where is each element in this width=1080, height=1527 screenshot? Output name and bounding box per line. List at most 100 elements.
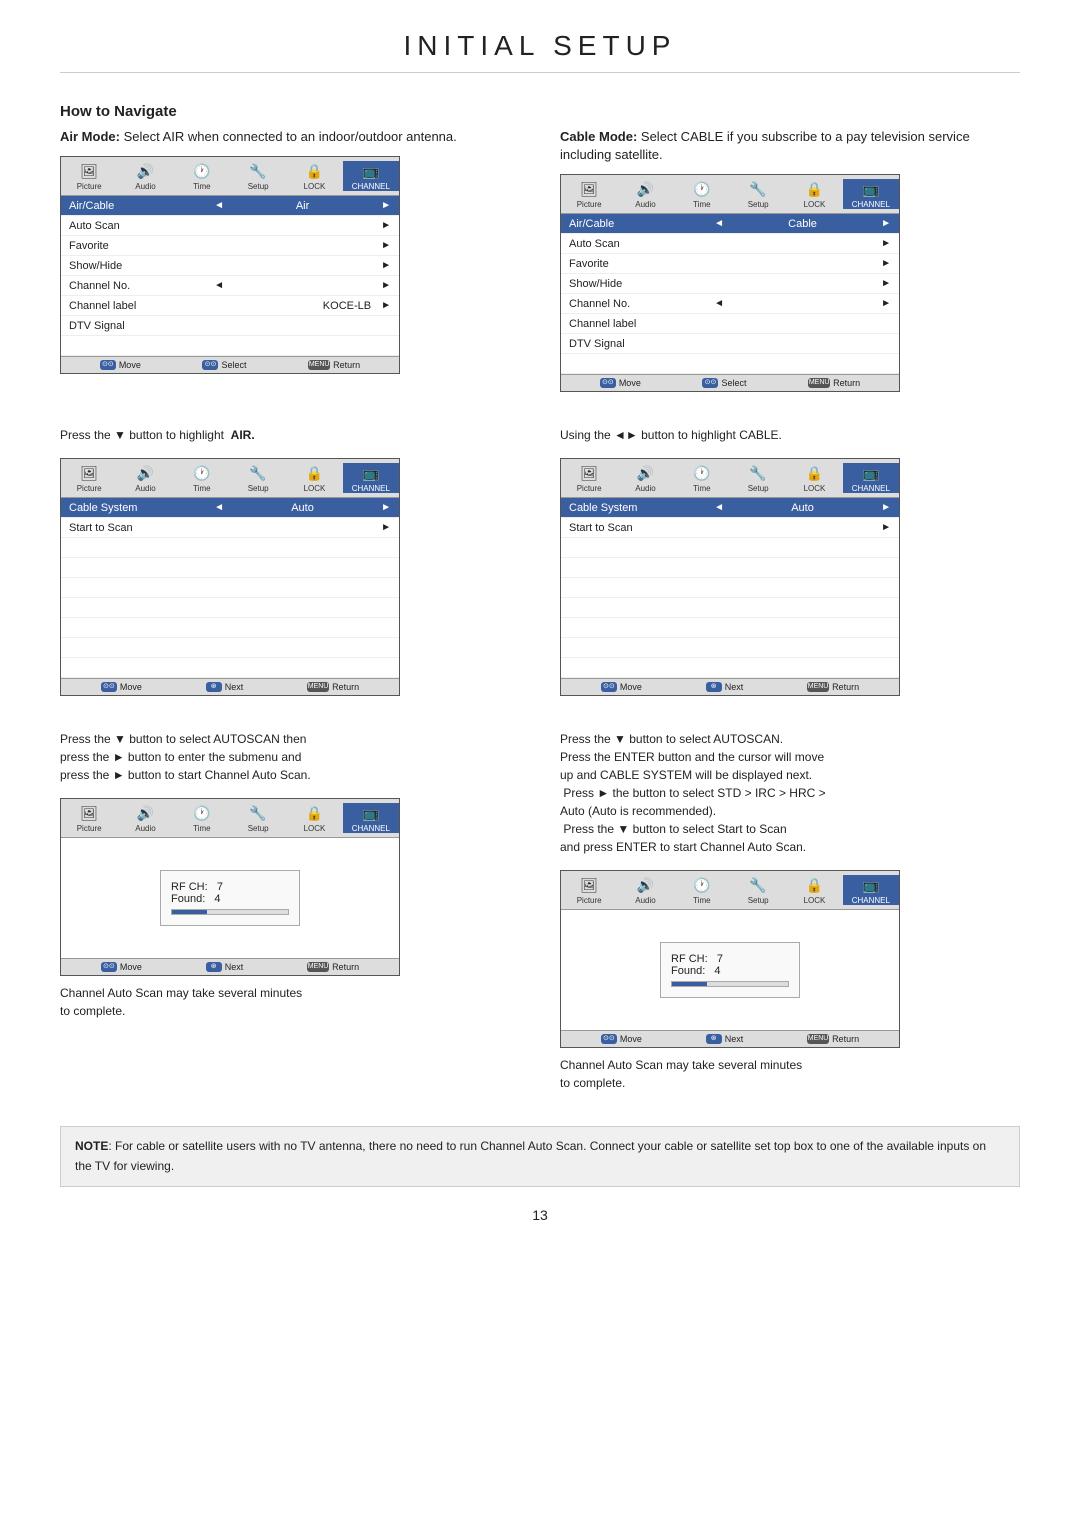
lock-icon-6: 🔒: [803, 875, 825, 895]
menu-icon-2: MENU: [808, 378, 830, 388]
row-cable-air-cable: Air/Cable ◄ Cable ►: [561, 214, 899, 234]
scan-progress-1: RF CH: 7 Found: 4: [160, 870, 300, 926]
setup-icon-3: 🔧: [247, 463, 269, 483]
found-2: Found: 4: [671, 965, 789, 977]
move-icon-5: ⊙⊙: [101, 962, 117, 972]
row-c-show-hide: Show/Hide ►: [561, 274, 899, 294]
time-icon-3: 🕐: [191, 463, 213, 483]
footer-return-label: Return: [333, 360, 360, 370]
move-icon-6: ⊙⊙: [601, 1034, 617, 1044]
air-mode-bold: Air Mode:: [60, 129, 120, 144]
next-icon-1: ⊛: [206, 682, 222, 692]
picture-icon-6: 🖼: [578, 875, 600, 895]
picture-label: Picture: [77, 182, 102, 191]
autoscan-caption-right: Press the ▼ button to select AUTOSCAN. P…: [560, 730, 1020, 856]
channel-icon-slot-active: 📺 CHANNEL: [343, 161, 399, 191]
air-cable-menu-2: 🖼Picture 🔊Audio 🕐Time 🔧Setup 🔒LOCK 📺CHAN…: [560, 174, 900, 392]
row-c-auto-scan: Auto Scan ►: [561, 234, 899, 254]
row-channel-no: Channel No. ◄ ►: [61, 276, 399, 296]
cable-caption-col: Using the ◄► button to highlight CABLE. …: [560, 420, 1020, 704]
audio-icon: 🔊: [134, 161, 156, 181]
scan-menu-1: 🖼Picture 🔊Audio 🕐Time 🔧Setup 🔒LOCK 📺CHAN…: [60, 798, 400, 976]
row-dtv-signal: DTV Signal: [61, 316, 399, 336]
page-number: 13: [60, 1207, 1020, 1223]
setup-label: Setup: [248, 182, 269, 191]
footer-select-label: Select: [221, 360, 246, 370]
scan-bar-fill-2: [672, 982, 707, 986]
setup-icon-2: 🔧: [747, 179, 769, 199]
row-c-dtv-signal: DTV Signal: [561, 334, 899, 354]
next-icon-2: ⊛: [706, 682, 722, 692]
audio-label: Audio: [135, 182, 155, 191]
air-mode-intro: Air Mode: Select AIR when connected to a…: [60, 128, 520, 146]
scan-bar-fill-1: [172, 910, 207, 914]
setup-icon-6: 🔧: [747, 875, 769, 895]
picture-icon-slot: 🖼 Picture: [61, 161, 117, 191]
cable-mode-bold: Cable Mode:: [560, 129, 637, 144]
move-icon-4: ⊙⊙: [601, 682, 617, 692]
topbar-1: 🖼 Picture 🔊 Audio 🕐 Time 🔧 Setup: [61, 157, 399, 196]
setup-icon-slot: 🔧 Setup: [230, 161, 286, 191]
channel-label: CHANNEL: [352, 182, 390, 191]
autoscan-right-col: Press the ▼ button to select AUTOSCAN. P…: [560, 724, 1020, 1106]
cable-system-menu-2: 🖼Picture 🔊Audio 🕐Time 🔧Setup 🔒LOCK 📺CHAN…: [560, 458, 900, 696]
page-title: INITIAL SETUP: [60, 30, 1020, 73]
select-icon: ⊙⊙: [202, 360, 218, 370]
audio-icon-slot: 🔊 Audio: [117, 161, 173, 191]
time-icon-2: 🕐: [691, 179, 713, 199]
rf-ch-1: RF CH: 7: [171, 881, 289, 893]
row-3: Press the ▼ button to select AUTOSCAN th…: [60, 724, 1020, 1106]
setup-icon-4: 🔧: [747, 463, 769, 483]
air-mode-text: Select AIR when connected to an indoor/o…: [120, 129, 457, 144]
menu-icon-6: MENU: [807, 1034, 829, 1044]
row-c-favorite: Favorite ►: [561, 254, 899, 274]
found-1: Found: 4: [171, 893, 289, 905]
topbar-2: 🖼Picture 🔊Audio 🕐Time 🔧Setup 🔒LOCK 📺CHAN…: [561, 175, 899, 214]
lock-icon-2: 🔒: [803, 179, 825, 199]
scan-complete-caption-left: Channel Auto Scan may take several minut…: [60, 984, 520, 1020]
lock-icon: 🔒: [303, 161, 325, 181]
footer-2: ⊙⊙ Move ⊙⊙ Select MENU Return: [561, 374, 899, 391]
air-cable-menu-1: 🖼 Picture 🔊 Audio 🕐 Time 🔧 Setup: [60, 156, 400, 374]
footer-4: ⊙⊙ Move ⊛ Next MENU Return: [561, 678, 899, 695]
move-icon: ⊙⊙: [100, 360, 116, 370]
lock-label: LOCK: [304, 182, 326, 191]
picture-icon-3: 🖼: [78, 463, 100, 483]
cable-mode-intro: Cable Mode: Select CABLE if you subscrib…: [560, 128, 1020, 164]
scan-complete-caption-right: Channel Auto Scan may take several minut…: [560, 1056, 1020, 1092]
audio-icon-6: 🔊: [634, 875, 656, 895]
cable-highlight-caption: Using the ◄► button to highlight CABLE.: [560, 426, 1020, 444]
time-label: Time: [193, 182, 210, 191]
air-caption-col: Press the ▼ button to highlight AIR. 🖼Pi…: [60, 420, 520, 704]
footer-6: ⊙⊙ Move ⊛ Next MENU Return: [561, 1030, 899, 1047]
footer-5: ⊙⊙ Move ⊛ Next MENU Return: [61, 958, 399, 975]
picture-icon-4: 🖼: [578, 463, 600, 483]
channel-icon: 📺: [360, 161, 382, 181]
scan-menu-2: 🖼Picture 🔊Audio 🕐Time 🔧Setup 🔒LOCK 📺CHAN…: [560, 870, 900, 1048]
audio-icon-3: 🔊: [134, 463, 156, 483]
audio-icon-4: 🔊: [634, 463, 656, 483]
lock-icon-4: 🔒: [803, 463, 825, 483]
row-show-hide: Show/Hide ►: [61, 256, 399, 276]
footer-move: ⊙⊙ Move: [100, 360, 141, 370]
lock-icon-5: 🔒: [303, 803, 325, 823]
channel-icon-4: 📺: [860, 463, 882, 483]
footer-1: ⊙⊙ Move ⊙⊙ Select MENU Return: [61, 356, 399, 373]
row-1: Air Mode: Select AIR when connected to a…: [60, 128, 1020, 400]
select-icon-2: ⊙⊙: [702, 378, 718, 388]
channel-icon-6: 📺: [860, 875, 882, 895]
row-c-channel-label: Channel label: [561, 314, 899, 334]
lock-icon-slot: 🔒 LOCK: [286, 161, 342, 191]
rf-ch-2: RF CH: 7: [671, 953, 789, 965]
setup-icon: 🔧: [247, 161, 269, 181]
lock-icon-3: 🔒: [303, 463, 325, 483]
note-label: NOTE: [75, 1139, 108, 1153]
air-mode-col: Air Mode: Select AIR when connected to a…: [60, 128, 520, 400]
row-auto-scan: Auto Scan ►: [61, 216, 399, 236]
move-icon-2: ⊙⊙: [600, 378, 616, 388]
air-caption: Press the ▼ button to highlight AIR.: [60, 426, 520, 444]
time-icon-5: 🕐: [191, 803, 213, 823]
scan-bar-1: [171, 909, 289, 915]
scan-progress-2: RF CH: 7 Found: 4: [660, 942, 800, 998]
note-box: NOTE: For cable or satellite users with …: [60, 1126, 1020, 1186]
